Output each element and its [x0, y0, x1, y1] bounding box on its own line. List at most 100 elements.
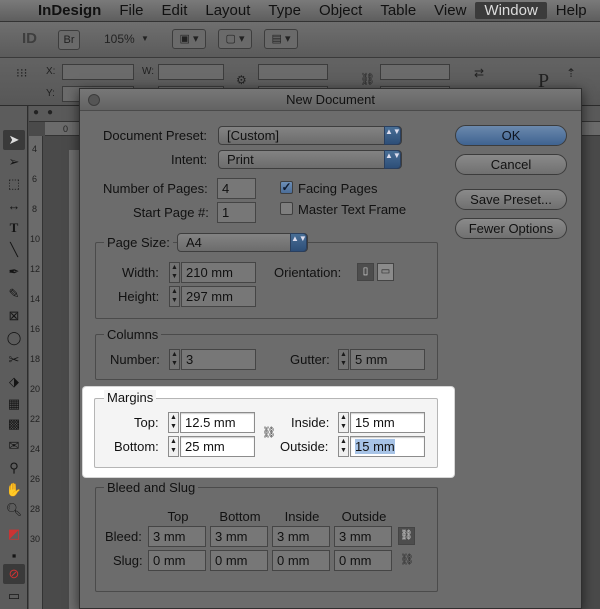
margin-inside-stepper[interactable]: ▲ ▼ — [338, 412, 349, 433]
menu-window[interactable]: Window — [475, 2, 547, 19]
constrain-proportions-icon[interactable]: ⚙ — [236, 73, 247, 87]
ok-button[interactable]: OK — [455, 125, 567, 146]
height-input[interactable]: 297 mm — [181, 286, 256, 307]
dialog-close-icon[interactable] — [88, 94, 100, 106]
margin-top-stepper[interactable]: ▲ ▼ — [168, 412, 179, 433]
menu-object[interactable]: Object — [310, 2, 371, 19]
apply-color-icon[interactable]: ▪ — [3, 546, 25, 566]
zoom-level[interactable]: 105% — [104, 32, 135, 46]
hand-tool-icon[interactable]: ✋ — [3, 480, 25, 500]
margins-link-icon[interactable]: ⛓ — [262, 424, 276, 442]
line-tool-icon[interactable]: ╲ — [3, 240, 25, 260]
facing-pages-checkbox[interactable]: ✓ — [280, 181, 293, 194]
menu-edit[interactable]: Edit — [153, 2, 197, 19]
menu-help[interactable]: Help — [547, 2, 596, 19]
note-tool-icon[interactable]: ✉ — [3, 436, 25, 456]
rotate-input[interactable] — [380, 64, 450, 80]
slug-bottom-input[interactable]: 0 mm — [210, 550, 268, 571]
columns-number-input[interactable]: 3 — [181, 349, 256, 370]
master-text-frame-label[interactable]: Master Text Frame — [298, 202, 406, 217]
menu-file[interactable]: File — [110, 2, 152, 19]
bleed-outside-input[interactable]: 3 mm — [334, 526, 392, 547]
flip-horizontal-icon[interactable]: ⇄ — [474, 66, 484, 80]
slug-outside-input[interactable]: 0 mm — [334, 550, 392, 571]
height-stepper[interactable]: ▲ ▼ — [169, 286, 180, 307]
select-container-icon[interactable]: ⇡ — [566, 66, 576, 80]
page-tool-icon[interactable]: ⬚ — [3, 174, 25, 194]
reference-point-icon[interactable]: ⁝⁝⁝ — [16, 66, 27, 80]
page-size-value: A4 — [186, 235, 202, 250]
bleed-inside-input[interactable]: 3 mm — [272, 526, 330, 547]
menu-layout[interactable]: Layout — [196, 2, 259, 19]
x-input[interactable] — [62, 64, 134, 80]
bleed-label: Bleed: — [105, 529, 142, 544]
eyedropper-tool-icon[interactable]: ⚲ — [3, 458, 25, 478]
portrait-orientation-icon[interactable]: ▯ — [357, 263, 374, 281]
menu-bar: InDesign File Edit Layout Type Object Ta… — [0, 0, 600, 22]
vertical-ruler[interactable]: 4 6 8 10 12 14 16 18 20 22 24 26 28 30 — [29, 136, 43, 609]
fill-stroke-swatch-icon[interactable]: ◩ — [3, 524, 25, 544]
intent-select[interactable]: Print ▲▼ — [218, 150, 402, 169]
type-tool-icon[interactable]: T — [3, 218, 25, 238]
bleed-bottom-input[interactable]: 3 mm — [210, 526, 268, 547]
facing-pages-label[interactable]: Facing Pages — [298, 181, 378, 196]
menu-view[interactable]: View — [425, 2, 475, 19]
link-scale-icon[interactable]: ⛓ — [360, 72, 375, 86]
menu-type[interactable]: Type — [259, 2, 310, 19]
stepper-down-icon: ▼ — [171, 360, 178, 367]
page-size-select[interactable]: A4 ▲▼ — [177, 233, 308, 252]
gutter-input[interactable]: 5 mm — [350, 349, 425, 370]
slug-link-icon[interactable]: ⛓ — [400, 551, 414, 569]
width-input[interactable]: 210 mm — [181, 262, 256, 283]
pen-tool-icon[interactable]: ✒ — [3, 262, 25, 282]
fewer-options-button[interactable]: Fewer Options — [455, 218, 567, 239]
margin-outside-input[interactable]: 15 mm — [350, 436, 425, 457]
w-input[interactable] — [158, 64, 224, 80]
arrange-documents-button[interactable]: ▤ ▾ — [264, 29, 298, 49]
margin-outside-stepper[interactable]: ▲ ▼ — [338, 436, 349, 457]
gutter-stepper[interactable]: ▲ ▼ — [338, 349, 349, 370]
gap-tool-icon[interactable]: ↔ — [3, 196, 25, 216]
start-page-input[interactable]: 1 — [217, 202, 256, 223]
direct-selection-tool-icon[interactable]: ➢ — [3, 152, 25, 172]
gradient-feather-tool-icon[interactable]: ▩ — [3, 414, 25, 434]
slug-inside-input[interactable]: 0 mm — [272, 550, 330, 571]
ellipse-tool-icon[interactable]: ◯ — [3, 328, 25, 348]
screen-mode-icon[interactable]: ▭ — [3, 586, 25, 606]
landscape-orientation-icon[interactable]: ▭ — [377, 263, 394, 281]
margin-inside-input[interactable]: 15 mm — [350, 412, 425, 433]
view-options-button[interactable]: ▣ ▾ — [172, 29, 206, 49]
tab-minimize-icon[interactable]: ● — [47, 107, 53, 118]
menu-table[interactable]: Table — [371, 2, 425, 19]
width-stepper[interactable]: ▲ ▼ — [169, 262, 180, 283]
scissors-tool-icon[interactable]: ✂ — [3, 350, 25, 370]
scale-x-input[interactable] — [258, 64, 328, 80]
document-preset-select[interactable]: [Custom] ▲▼ — [218, 126, 402, 145]
menu-app-name[interactable]: InDesign — [34, 2, 110, 19]
slug-top-input[interactable]: 0 mm — [148, 550, 206, 571]
margin-top-input[interactable]: 12.5 mm — [180, 412, 255, 433]
margin-bottom-input[interactable]: 25 mm — [180, 436, 255, 457]
apply-none-icon[interactable]: ⊘ — [3, 564, 25, 584]
selection-tool-icon[interactable]: ➤ — [3, 130, 25, 150]
gradient-swatch-tool-icon[interactable]: ▦ — [3, 394, 25, 414]
bridge-button[interactable]: Br — [58, 30, 80, 50]
ruler-tick: 16 — [30, 324, 41, 334]
bleed-top-input[interactable]: 3 mm — [148, 526, 206, 547]
rectangle-frame-tool-icon[interactable]: ⊠ — [3, 306, 25, 326]
zoom-caret-icon[interactable]: ▼ — [141, 34, 149, 43]
pencil-tool-icon[interactable]: ✎ — [3, 284, 25, 304]
zoom-tool-icon[interactable]: 🔍︎ — [3, 500, 25, 520]
tab-close-icon[interactable]: ● — [33, 107, 39, 118]
free-transform-tool-icon[interactable]: ⬗ — [3, 372, 25, 392]
number-of-pages-input[interactable]: 4 — [217, 178, 256, 199]
bleed-link-icon[interactable]: ⛓ — [398, 527, 415, 545]
master-text-frame-checkbox[interactable] — [280, 202, 293, 215]
columns-number-stepper[interactable]: ▲ ▼ — [169, 349, 180, 370]
save-preset-button[interactable]: Save Preset... — [455, 189, 567, 210]
cancel-button[interactable]: Cancel — [455, 154, 567, 175]
margin-bottom-stepper[interactable]: ▲ ▼ — [168, 436, 179, 457]
ruler-tick: 14 — [30, 294, 41, 304]
margins-legend: Margins — [104, 390, 157, 405]
screen-mode-button[interactable]: ▢ ▾ — [218, 29, 252, 49]
